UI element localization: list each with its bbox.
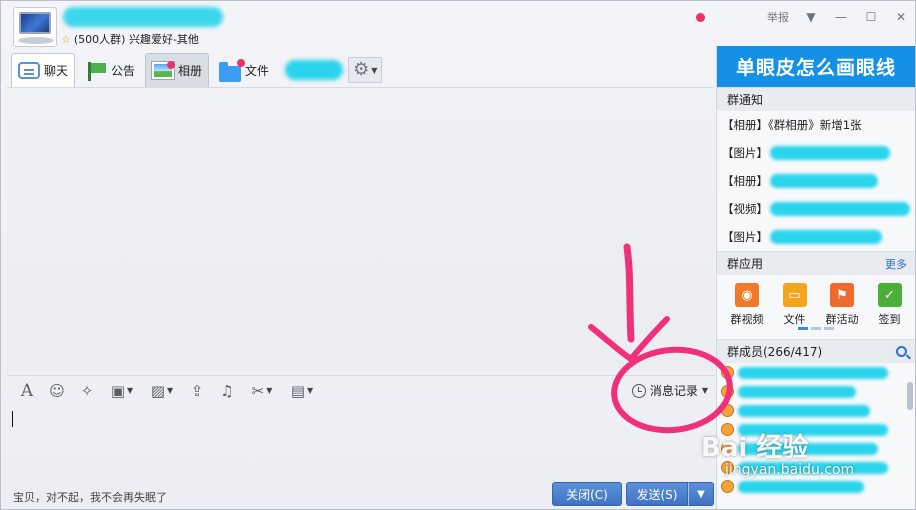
list-item[interactable] bbox=[717, 477, 915, 496]
send-options-button[interactable]: ▼ bbox=[688, 482, 714, 506]
window-controls: 举报 ▼ — ☐ ✕ bbox=[696, 9, 909, 25]
tab-chat[interactable]: 聊天 bbox=[11, 53, 76, 87]
notice-item[interactable]: 【视频】 bbox=[717, 195, 915, 223]
tab-files[interactable]: 文件 bbox=[212, 53, 276, 87]
notice-item[interactable]: 【相册】《群相册》新增1张 bbox=[717, 111, 915, 139]
notice-title: 群通知 bbox=[727, 93, 764, 107]
activity-icon: ⚑ bbox=[830, 283, 854, 307]
notification-dot bbox=[696, 12, 705, 22]
list-item[interactable] bbox=[717, 363, 915, 382]
maximize-icon[interactable]: ☐ bbox=[863, 9, 879, 25]
screen-share-icon[interactable]: ▤ ▼ bbox=[285, 380, 319, 402]
close-button[interactable]: 关闭(C) bbox=[552, 482, 622, 506]
apps-more-link[interactable]: 更多 bbox=[885, 256, 907, 272]
baidu-jingyan-watermark: Bai 经验 jingyan.baidu.com bbox=[701, 427, 854, 478]
tab-announcement[interactable]: 公告 bbox=[78, 53, 142, 87]
text-cursor bbox=[12, 411, 13, 427]
chevron-down-icon: ▼ bbox=[697, 488, 705, 500]
chat-icon bbox=[18, 62, 40, 79]
app-group-video[interactable]: ◉ 群视频 bbox=[731, 283, 764, 327]
video-icon: ◉ bbox=[735, 283, 759, 307]
dropdown-arrow-icon[interactable]: ▼ bbox=[803, 9, 819, 25]
watermark-url: jingyan.baidu.com bbox=[725, 462, 855, 478]
tab-announcement-label: 公告 bbox=[111, 64, 136, 78]
emoji-icon[interactable]: ☺ bbox=[45, 380, 69, 402]
album-icon bbox=[151, 61, 176, 80]
chevron-down-icon: ▼ bbox=[371, 65, 378, 75]
folder-icon: ▭ bbox=[782, 283, 807, 307]
send-button[interactable]: 发送(S) bbox=[626, 482, 688, 506]
message-history-label: 消息记录 bbox=[649, 384, 698, 398]
gear-icon: ⚙ bbox=[353, 59, 370, 80]
image-icon[interactable]: ▨ ▼ bbox=[145, 380, 179, 402]
list-item[interactable] bbox=[717, 401, 915, 420]
avatar bbox=[721, 404, 734, 417]
members-title: 群成员(266/417) bbox=[727, 345, 823, 359]
tab-redacted[interactable] bbox=[285, 60, 344, 80]
scissors-icon[interactable]: ✂ ▼ bbox=[245, 380, 279, 402]
apps-title: 群应用 bbox=[727, 257, 764, 271]
message-history-button[interactable]: 消息记录 ▼ bbox=[631, 382, 708, 399]
flag-icon bbox=[85, 61, 107, 81]
group-chat-window: ☆ (500人群) 兴趣爱好-其他 举报 ▼ — ☐ ✕ 聊天 公告 相册 文件 bbox=[0, 0, 916, 510]
tab-album[interactable]: 相册 bbox=[145, 53, 210, 87]
checkin-icon: ✓ bbox=[877, 283, 902, 307]
group-avatar[interactable] bbox=[13, 7, 57, 47]
chevron-down-icon: ▼ bbox=[701, 386, 708, 395]
watermark-main: Bai 经验 bbox=[701, 433, 809, 463]
upload-icon[interactable]: ⇪ bbox=[185, 380, 209, 402]
folder-icon bbox=[219, 58, 246, 82]
input-toolbar: A ☺ ✧ ▣ ▼ ▨ ▼ ⇪ ♫ ✂ ▼ ▤ ▼ 消息记录 ▼ bbox=[7, 375, 714, 405]
tab-files-label: 文件 bbox=[245, 64, 270, 78]
apps-grid: ◉ 群视频 ▭ 文件 ⚑ 群活动 ✓ 签到 bbox=[717, 275, 915, 327]
app-group-activity[interactable]: ⚑ 群活动 bbox=[826, 283, 859, 327]
monitor-icon bbox=[19, 12, 51, 34]
notice-item[interactable]: 【图片】 bbox=[717, 139, 915, 167]
close-icon[interactable]: ✕ bbox=[893, 9, 909, 25]
ad-banner[interactable]: 单眼皮怎么画眼线 bbox=[717, 46, 915, 87]
tab-album-label: 相册 bbox=[178, 64, 203, 78]
settings-button[interactable]: ⚙ ▼ bbox=[348, 57, 383, 83]
magic-wand-icon[interactable]: ✧ bbox=[75, 380, 99, 402]
signature-text: 宝贝，对不起，我不会再失眠了 bbox=[13, 491, 167, 504]
report-button[interactable]: 举报 bbox=[767, 9, 789, 25]
tab-bar: 聊天 公告 相册 文件 ⚙ ▼ bbox=[11, 53, 383, 87]
notice-item[interactable]: 【图片】 bbox=[717, 223, 915, 251]
members-header: 群成员(266/417) bbox=[717, 339, 915, 363]
message-area[interactable] bbox=[7, 87, 714, 375]
group-name-redacted bbox=[63, 7, 223, 27]
member-scrollbar[interactable] bbox=[907, 382, 913, 410]
search-icon[interactable] bbox=[896, 346, 907, 357]
music-icon[interactable]: ♫ bbox=[215, 380, 239, 402]
tab-chat-label: 聊天 bbox=[44, 64, 69, 78]
message-input[interactable] bbox=[7, 405, 714, 479]
apps-header: 群应用 更多 bbox=[717, 251, 915, 275]
list-item[interactable] bbox=[717, 382, 915, 401]
notice-header: 群通知 bbox=[717, 87, 915, 111]
gift-icon[interactable]: ▣ ▼ bbox=[105, 380, 139, 402]
clock-icon bbox=[631, 383, 646, 398]
star-icon: ☆ bbox=[61, 32, 71, 46]
avatar bbox=[721, 385, 734, 398]
group-subtitle-text: (500人群) 兴趣爱好-其他 bbox=[73, 33, 199, 46]
minimize-icon[interactable]: — bbox=[833, 9, 849, 25]
apps-pager[interactable] bbox=[717, 327, 915, 339]
app-checkin[interactable]: ✓ 签到 bbox=[877, 283, 902, 327]
app-files[interactable]: ▭ 文件 bbox=[782, 283, 807, 327]
group-subtitle: ☆ (500人群) 兴趣爱好-其他 bbox=[61, 31, 199, 47]
notice-item[interactable]: 【相册】 bbox=[717, 167, 915, 195]
avatar bbox=[721, 366, 734, 379]
avatar bbox=[721, 480, 734, 493]
font-icon[interactable]: A bbox=[15, 380, 39, 402]
